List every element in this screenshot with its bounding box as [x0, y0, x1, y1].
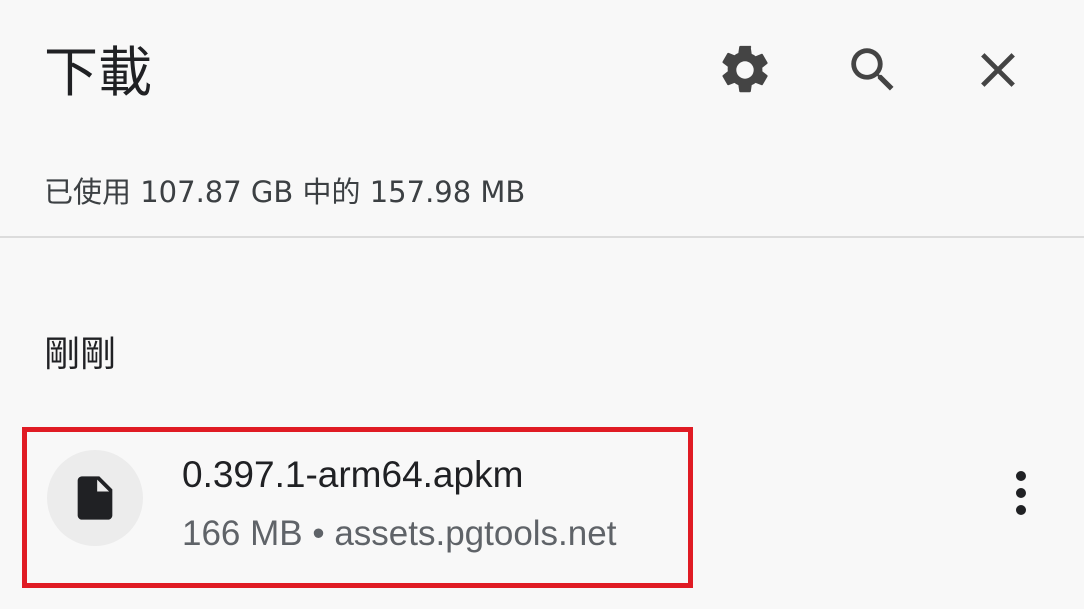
section-header-just-now: 剛剛: [44, 334, 117, 375]
top-app-bar: 下載: [0, 0, 1084, 140]
file-thumbnail: [47, 450, 143, 546]
divider: [0, 236, 1084, 238]
gear-icon: [722, 45, 768, 93]
storage-usage: 已使用 107.87 GB 中的 157.98 MB: [44, 175, 526, 209]
file-icon: [77, 476, 113, 520]
search-button[interactable]: [843, 40, 903, 100]
page-title: 下載: [44, 41, 152, 104]
close-icon: [981, 53, 1015, 87]
download-item[interactable]: 0.397.1-arm64.apkm 166 MB • assets.pgtoo…: [22, 427, 693, 588]
search-icon: [851, 48, 894, 91]
close-button[interactable]: [968, 40, 1028, 100]
more-vert-icon: [1016, 471, 1026, 515]
download-file-meta: 166 MB • assets.pgtools.net: [182, 514, 617, 553]
settings-button[interactable]: [715, 40, 775, 100]
download-file-name: 0.397.1-arm64.apkm: [182, 454, 524, 495]
more-options-button[interactable]: [998, 462, 1044, 524]
